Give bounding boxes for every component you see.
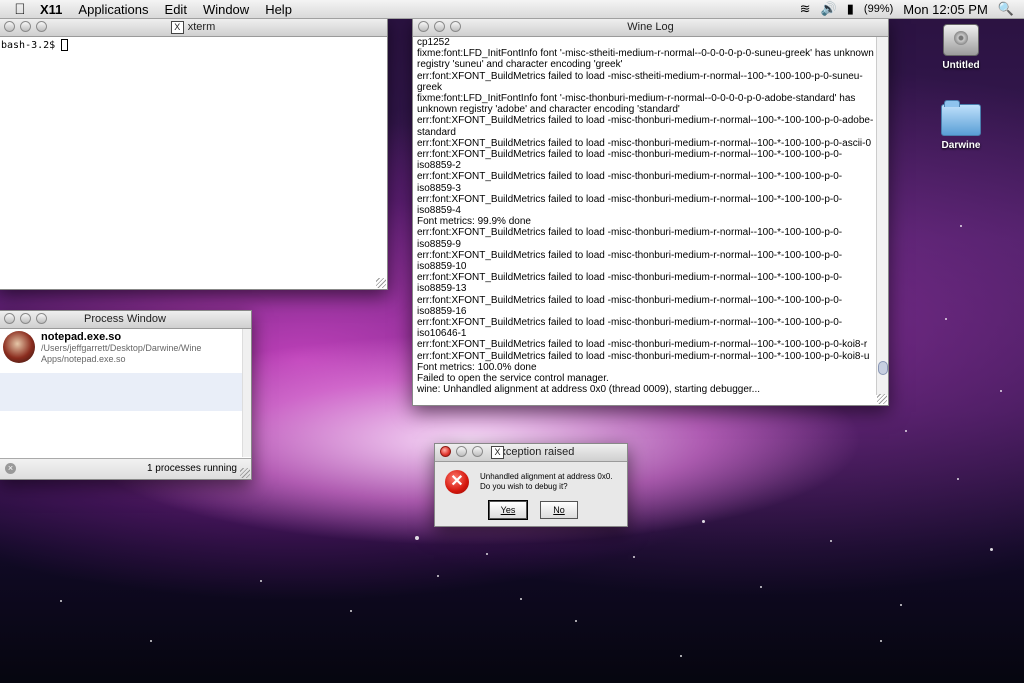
exception-message: Unhandled alignment at address 0x0. Do y…	[480, 472, 613, 491]
log-line: cp1252	[417, 37, 450, 48]
wine-log-window: Wine Log cp1252 fixme:font:LFD_InitFontIn…	[412, 18, 889, 406]
xterm-window: Xxterm bash-3.2$	[0, 18, 388, 290]
zoom-button[interactable]	[36, 313, 47, 324]
log-line: err:font:XFONT_BuildMetrics failed to lo…	[417, 317, 843, 340]
resize-grip[interactable]	[376, 278, 386, 288]
shell-prompt: bash-3.2$	[1, 40, 56, 51]
process-title: Process Window	[84, 313, 166, 325]
empty-row	[0, 373, 243, 411]
log-line: Font metrics: 99.9% done	[417, 216, 531, 228]
xterm-titlebar[interactable]: Xxterm	[0, 19, 387, 37]
clock[interactable]: Mon 12:05 PM	[903, 2, 988, 17]
x11-icon: X	[491, 446, 504, 459]
resize-grip[interactable]	[240, 468, 250, 478]
process-list: notepad.exe.so /Users/jeffgarrett/Deskto…	[0, 329, 243, 457]
close-button[interactable]	[440, 446, 451, 457]
exception-dialog: X Exception raised ✕ Unhandled alignment…	[434, 443, 628, 527]
desktop-icon-untitled[interactable]: Untitled	[926, 24, 996, 71]
process-window: Process Window notepad.exe.so /Users/jef…	[0, 310, 252, 480]
log-line: Failed to open the service control manag…	[417, 373, 609, 385]
exception-titlebar[interactable]: X Exception raised	[435, 444, 627, 462]
menu-app-x11[interactable]: X11	[40, 2, 70, 17]
window-controls	[4, 21, 47, 32]
window-controls	[418, 21, 461, 32]
battery-percent: (99%)	[863, 3, 894, 15]
resize-grip[interactable]	[877, 394, 887, 404]
zoom-button[interactable]	[472, 446, 483, 457]
log-line: fixme:font:LFD_InitFontInfo font '-misc-…	[417, 93, 856, 116]
spotlight-search-icon[interactable]: 🔍	[998, 1, 1014, 17]
close-button[interactable]	[4, 21, 15, 32]
minimize-button[interactable]	[20, 313, 31, 324]
apple-icon[interactable]: 	[0, 1, 40, 18]
minimize-button[interactable]	[20, 21, 31, 32]
terminal-cursor	[61, 39, 69, 51]
minimize-button[interactable]	[434, 21, 445, 32]
zoom-button[interactable]	[36, 21, 47, 32]
process-status-bar: × 1 processes running	[0, 458, 251, 479]
log-line: err:font:XFONT_BuildMetrics failed to lo…	[417, 70, 863, 93]
no-button[interactable]: No	[540, 501, 578, 519]
vertical-scrollbar[interactable]	[876, 37, 888, 395]
desktop-icon-label: Untitled	[942, 60, 980, 71]
hard-drive-icon	[943, 24, 979, 56]
log-line: fixme:font:LFD_InitFontInfo font '-misc-…	[417, 48, 874, 71]
scroll-thumb[interactable]	[878, 361, 888, 375]
error-icon: ✕	[445, 470, 469, 494]
menu-extras: ≋ 🔊 ▮ (99%) Mon 12:05 PM 🔍	[800, 1, 1024, 17]
desktop-icon-darwine[interactable]: Darwine	[926, 100, 996, 151]
desktop-icon-label: Darwine	[941, 140, 981, 151]
process-count: 1 processes running	[146, 463, 237, 474]
minimize-button[interactable]	[456, 446, 467, 457]
menu-applications[interactable]: Applications	[70, 2, 156, 17]
close-button[interactable]	[418, 21, 429, 32]
empty-row	[0, 411, 243, 449]
menu-window[interactable]: Window	[195, 2, 257, 17]
log-text[interactable]: cp1252 fixme:font:LFD_InitFontInfo font '…	[417, 37, 874, 401]
process-titlebar[interactable]: Process Window	[0, 311, 251, 329]
log-line: err:font:XFONT_BuildMetrics failed to lo…	[417, 171, 843, 194]
window-controls	[4, 313, 47, 324]
yes-button[interactable]: Yes	[489, 501, 527, 519]
log-line: err:font:XFONT_BuildMetrics failed to lo…	[417, 227, 843, 250]
log-line: Font metrics: 100.0% done	[417, 361, 537, 373]
xterm-title: xterm	[187, 21, 216, 33]
log-line: err:font:XFONT_BuildMetrics failed to lo…	[417, 193, 843, 217]
log-line: err:font:XFONT_BuildMetrics failed to lo…	[417, 272, 843, 295]
wifi-icon[interactable]: ≋	[800, 1, 811, 17]
process-path: /Users/jeffgarrett/Desktop/Darwine/Wine …	[41, 343, 202, 364]
log-line: err:font:XFONT_BuildMetrics failed to lo…	[417, 339, 868, 351]
terminal-area[interactable]: bash-3.2$	[0, 37, 387, 53]
log-line: err:font:XFONT_BuildMetrics failed to lo…	[417, 350, 870, 362]
wine-log-title: Wine Log	[627, 21, 674, 33]
log-line: err:font:XFONT_BuildMetrics failed to lo…	[417, 294, 843, 317]
close-button[interactable]	[4, 313, 15, 324]
stop-icon[interactable]: ×	[5, 463, 16, 474]
battery-icon[interactable]: ▮	[847, 1, 854, 17]
exception-title: Exception raised	[493, 446, 575, 458]
process-scrollbar[interactable]	[242, 329, 251, 457]
window-controls	[440, 446, 483, 457]
folder-icon	[941, 100, 981, 136]
log-line: err:font:XFONT_BuildMetrics failed to lo…	[417, 137, 872, 149]
volume-icon[interactable]: 🔊	[821, 1, 837, 17]
wine-log-titlebar[interactable]: Wine Log	[413, 19, 888, 37]
log-line: err:font:XFONT_BuildMetrics failed to lo…	[417, 149, 843, 172]
wine-app-icon	[3, 331, 35, 363]
log-line: wine: Unhandled alignment at address 0x0…	[417, 384, 760, 396]
menu-edit[interactable]: Edit	[157, 2, 195, 17]
process-row[interactable]: notepad.exe.so /Users/jeffgarrett/Deskto…	[0, 329, 243, 373]
log-line: err:font:XFONT_BuildMetrics failed to lo…	[417, 115, 874, 138]
menu-bar:  X11 Applications Edit Window Help ≋ 🔊 …	[0, 0, 1024, 19]
menu-help[interactable]: Help	[257, 2, 300, 17]
x11-icon: X	[170, 20, 184, 34]
zoom-button[interactable]	[450, 21, 461, 32]
log-line: err:font:XFONT_BuildMetrics failed to lo…	[417, 249, 843, 273]
process-name: notepad.exe.so	[41, 331, 122, 343]
